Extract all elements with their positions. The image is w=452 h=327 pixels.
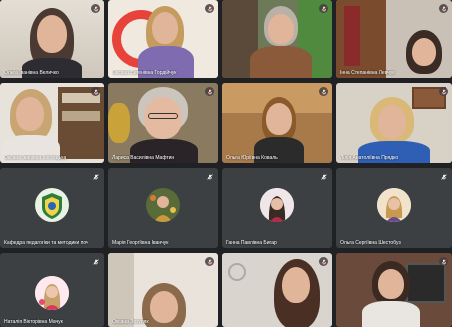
participant-tile[interactable] [222,0,332,78]
mic-off-icon [91,257,100,266]
participant-name: Лариса Василівна Мафтин [112,155,175,161]
mic-off-icon [439,257,448,266]
participant-tile[interactable]: Ольга Юріївна Коваль [222,83,332,163]
participant-tile[interactable]: Кафедра педагогіки та методики початково… [0,168,104,248]
video-feed [378,105,406,139]
mic-off-icon [439,87,448,96]
participant-name: Наталія Вікторівна Мачук [4,319,63,325]
participant-tile[interactable]: Лілія Анатоліївна Прядко [336,83,452,163]
mic-off-icon [439,4,448,13]
avatar [377,188,411,222]
participant-name: Ольга Сергіївна Шестобуз [340,240,401,246]
video-feed [250,46,312,78]
mic-off-icon [439,172,448,181]
video-feed [108,103,130,143]
video-feed [268,14,294,44]
video-feed [412,38,436,66]
participant-name: Ольга Юріївна Коваль [226,155,278,161]
mic-off-icon [319,172,328,181]
mic-off-icon [319,257,328,266]
video-feed [406,263,446,303]
participant-tile[interactable]: Оксана Євгенівна Гордійчук [108,0,218,78]
video-feed [108,253,134,327]
avatar [146,188,180,222]
participant-name: Ольга Іванівна Величко [4,70,59,76]
participant-tile[interactable] [336,253,452,327]
participant-tile[interactable]: Інна Степанівна Левчук [336,0,452,78]
mic-off-icon [91,87,100,96]
participant-tile[interactable]: Оксана Зозуляк [108,253,218,327]
video-feed [362,301,420,327]
participant-name: Інна Степанівна Левчук [340,70,395,76]
participant-name: Оксана Зозуляк [112,319,149,325]
participant-name: Оксана Євгенівна Гордійчук [112,70,177,76]
participant-tile[interactable]: Марія Георгіївна Іванчук [108,168,218,248]
video-feed [152,12,178,44]
video-feed [148,113,178,119]
avatar [260,188,294,222]
mic-off-icon [205,257,214,266]
participant-name: Марія Георгіївна Іванчук [112,240,169,246]
mic-off-icon [205,87,214,96]
video-feed [378,269,404,299]
mic-off-icon [205,4,214,13]
video-feed [282,267,310,303]
video-feed [228,263,246,281]
participant-name: Кафедра педагогіки та методики початково… [4,240,88,246]
participant-tile[interactable]: Оксана Іванівна Костецька [0,83,104,163]
mic-off-icon [205,172,214,181]
video-feed [16,97,44,131]
mic-off-icon [319,87,328,96]
participant-tile[interactable]: Лариса Василівна Мафтин [108,83,218,163]
video-feed [62,111,100,121]
participant-tile[interactable]: Ольга Сергіївна Шестобуз [336,168,452,248]
participant-name: Ганна Павлівна Бигар [226,240,277,246]
participant-name: Оксана Іванівна Костецька [4,155,67,161]
mic-off-icon [91,172,100,181]
video-feed [37,15,67,53]
participant-tile[interactable]: Ганна Павлівна Бигар [222,168,332,248]
avatar [35,188,69,222]
participant-tile[interactable]: Ольга Іванівна Величко [0,0,104,78]
video-feed [344,6,360,66]
participant-tile[interactable]: Наталія Вікторівна Мачук [0,253,104,327]
participant-name: Лілія Анатоліївна Прядко [340,155,399,161]
video-feed [266,103,292,135]
mic-off-icon [319,4,328,13]
participant-tile[interactable] [222,253,332,327]
avatar [35,276,69,310]
mic-off-icon [91,4,100,13]
